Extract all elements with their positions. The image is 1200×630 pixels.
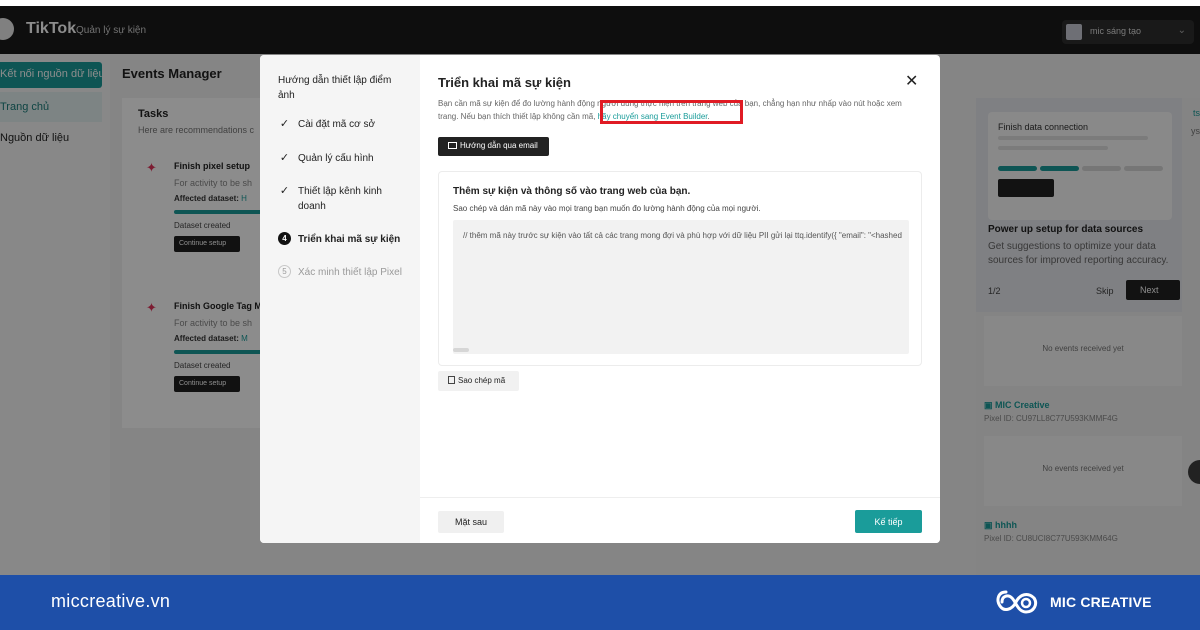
steps-title: Hướng dẫn thiết lập điểm ảnh: [278, 75, 392, 101]
email-instructions-button[interactable]: Hướng dẫn qua email: [438, 137, 549, 156]
step-label: Quản lý cấu hình: [298, 153, 374, 164]
highlight-box: [600, 100, 743, 124]
event-code-card: Thêm sự kiện và thông số vào trang web c…: [438, 171, 922, 366]
copy-icon: [448, 376, 455, 384]
mic-creative-logo-icon: [996, 590, 1038, 614]
code-block[interactable]: // thêm mã này trước sự kiện vào tất cả …: [453, 220, 909, 354]
close-icon[interactable]: ✕: [905, 74, 918, 90]
code-card-subtitle: Sao chép và dán mã này vào mọi trang bạn…: [453, 204, 761, 213]
setup-steps-panel: Hướng dẫn thiết lập điểm ảnh ✓ Cài đặt m…: [260, 55, 420, 543]
checkmark-icon: ✓: [279, 152, 290, 164]
modal-title: Triển khai mã sự kiện: [438, 75, 571, 90]
code-card-title: Thêm sự kiện và thông số vào trang web c…: [453, 186, 691, 197]
step-number-badge: 5: [278, 265, 291, 278]
copy-code-button[interactable]: Sao chép mã: [438, 371, 519, 391]
website-url[interactable]: miccreative.vn: [51, 591, 170, 612]
brand-name: MIC CREATIVE: [1050, 594, 1152, 610]
setup-modal: Hướng dẫn thiết lập điểm ảnh ✓ Cài đặt m…: [260, 55, 940, 543]
checkmark-icon: ✓: [279, 118, 290, 130]
modal-footer: Mặt sau Kế tiếp: [420, 497, 940, 543]
step-label: Xác minh thiết lập Pixel: [298, 267, 402, 278]
step-number-badge: 4: [278, 232, 291, 245]
step-label: Triển khai mã sự kiện: [298, 234, 401, 245]
step-label: Cài đặt mã cơ sở: [298, 119, 376, 130]
mail-icon: [448, 142, 457, 149]
horizontal-scrollbar[interactable]: [453, 348, 469, 352]
step-label: Thiết lập kênh kinh doanh: [298, 186, 382, 212]
code-snippet: // thêm mã này trước sự kiện vào tất cả …: [463, 231, 902, 240]
footer-banner: miccreative.vn MIC CREATIVE: [0, 575, 1200, 630]
back-button[interactable]: Mặt sau: [438, 511, 504, 533]
next-button[interactable]: Kế tiếp: [855, 510, 922, 533]
checkmark-icon: ✓: [279, 185, 290, 197]
